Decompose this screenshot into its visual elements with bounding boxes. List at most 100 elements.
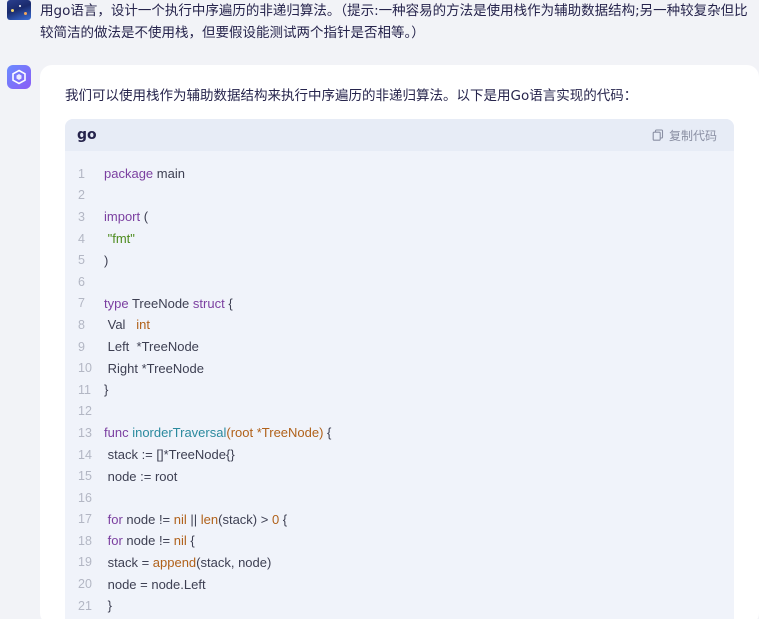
code-language-label: go (77, 127, 97, 143)
line-number: 20 (78, 577, 92, 592)
code-token: for (107, 511, 123, 527)
line-number: 19 (78, 555, 92, 570)
code-text: for node != nil || len(stack) > 0 { (104, 511, 288, 527)
line-number: 5 (78, 253, 85, 268)
line-number: 1 (78, 166, 85, 181)
code-text: for node != nil { (104, 533, 195, 548)
code-token: (stack) > (218, 511, 272, 527)
code-line: 8 Val int (65, 314, 734, 336)
code-token: Left *TreeNode (104, 339, 199, 355)
code-token: (stack, node) (196, 554, 272, 570)
code-token: { (323, 425, 332, 441)
code-line: 4 "fmt" (65, 228, 734, 250)
user-avatar (7, 0, 31, 20)
code-line: 13 func inorderTraversal(root *TreeNode) … (65, 422, 734, 444)
code-text: node := root (104, 468, 178, 484)
code-token: package (104, 166, 154, 182)
code-text: package main (104, 166, 185, 181)
code-line: 5) (65, 249, 734, 271)
user-message: 用go语言，设计一个执行中序遍历的非递归算法。（提示:一种容易的方法是使用栈作为… (40, 3, 748, 41)
code-text: type TreeNode struct { (104, 296, 233, 311)
code-line: 1 package main (65, 163, 734, 185)
code-token: ( (140, 209, 149, 225)
code-line: 2 (65, 185, 734, 207)
code-text: stack = append(stack, node) (104, 554, 272, 570)
code-line: 3 import ( (65, 206, 734, 228)
code-token: TreeNode (128, 295, 193, 311)
line-number: 6 (78, 274, 85, 289)
code-text: func inorderTraversal(root *TreeNode) { (104, 425, 331, 440)
code-token: "fmt" (107, 231, 135, 247)
line-number: 4 (78, 231, 85, 246)
code-line: 11} (65, 379, 734, 401)
code-token: stack := []*TreeNode{} (104, 447, 235, 463)
line-number: 21 (78, 598, 92, 613)
code-token: type (104, 295, 129, 311)
code-token: node != (122, 511, 174, 527)
code-token: node = node.Left (104, 576, 206, 592)
code-text: } (104, 382, 108, 397)
code-text: } (104, 598, 112, 613)
code-token: } (104, 598, 112, 614)
code-text: Val int (104, 317, 150, 332)
code-token: Right *TreeNode (104, 360, 204, 376)
code-line: 19 stack = append(stack, node) (65, 552, 734, 574)
line-number: 15 (78, 469, 92, 484)
code-token: inorderTraversal (132, 425, 227, 441)
code-token: { (186, 533, 195, 549)
code-token: (root *TreeNode) (226, 425, 324, 441)
code-token: || (186, 511, 201, 527)
line-number: 16 (78, 490, 92, 505)
code-block-header: go 复制代码 (65, 119, 734, 151)
code-line: 18 for node != nil { (65, 530, 734, 552)
code-line: 20 node = node.Left (65, 573, 734, 595)
code-text: Left *TreeNode (104, 339, 199, 354)
code-token: nil (173, 511, 187, 527)
line-number: 3 (78, 209, 85, 224)
code-token: func (104, 425, 129, 441)
code-token: node := root (104, 468, 178, 484)
code-text: node = node.Left (104, 577, 206, 592)
code-token: import (104, 209, 141, 225)
code-text: Right *TreeNode (104, 361, 204, 376)
code-text: stack := []*TreeNode{} (104, 447, 235, 462)
line-number: 12 (78, 404, 92, 419)
line-number: 8 (78, 317, 85, 332)
line-number: 13 (78, 425, 92, 440)
code-token: ) (104, 252, 109, 268)
line-number: 18 (78, 533, 92, 548)
code-token: struct (192, 295, 225, 311)
code-line: 12 (65, 401, 734, 423)
code-token: } (104, 382, 109, 398)
ai-avatar-cube-logo-icon (7, 65, 31, 89)
line-number: 7 (78, 296, 85, 311)
code-token: len (200, 511, 219, 527)
code-token: append (152, 554, 197, 570)
code-token: for (107, 533, 123, 549)
code-text: "fmt" (104, 231, 135, 246)
code-line: 9 Left *TreeNode (65, 336, 734, 358)
answer-intro-text: 我们可以使用栈作为辅助数据结构来执行中序遍历的非递归算法。以下是用Go语言实现的… (65, 88, 638, 104)
copy-code-label: 复制代码 (668, 128, 717, 143)
line-number: 10 (78, 361, 92, 376)
code-token: Val (104, 317, 137, 333)
code-line: 16 (65, 487, 734, 509)
code-line: 6 (65, 271, 734, 293)
code-token: main (153, 166, 185, 182)
code-token: { (279, 511, 288, 527)
code-token: int (136, 317, 151, 333)
code-text: import ( (104, 209, 148, 224)
code-line: 10 Right *TreeNode (65, 357, 734, 379)
code-body: 1 package main 2 3 import (4 "fmt" 5) 6 7 type T… (65, 151, 734, 616)
line-number: 9 (78, 339, 85, 354)
code-text: ) (104, 253, 108, 268)
line-number: 14 (78, 447, 92, 462)
code-line: 21 } (65, 595, 734, 617)
code-line: 14 stack := []*TreeNode{} (65, 444, 734, 466)
code-token: node != (122, 533, 174, 549)
code-line: 7 type TreeNode struct { (65, 293, 734, 315)
answer-card: 我们可以使用栈作为辅助数据结构来执行中序遍历的非递归算法。以下是用Go语言实现的… (40, 65, 759, 619)
copy-code-button[interactable]: 复制代码 (652, 127, 717, 144)
line-number: 11 (78, 382, 91, 397)
code-block: go 复制代码 1 package main 2 3 import (4 "fmt" 5)… (65, 119, 734, 619)
